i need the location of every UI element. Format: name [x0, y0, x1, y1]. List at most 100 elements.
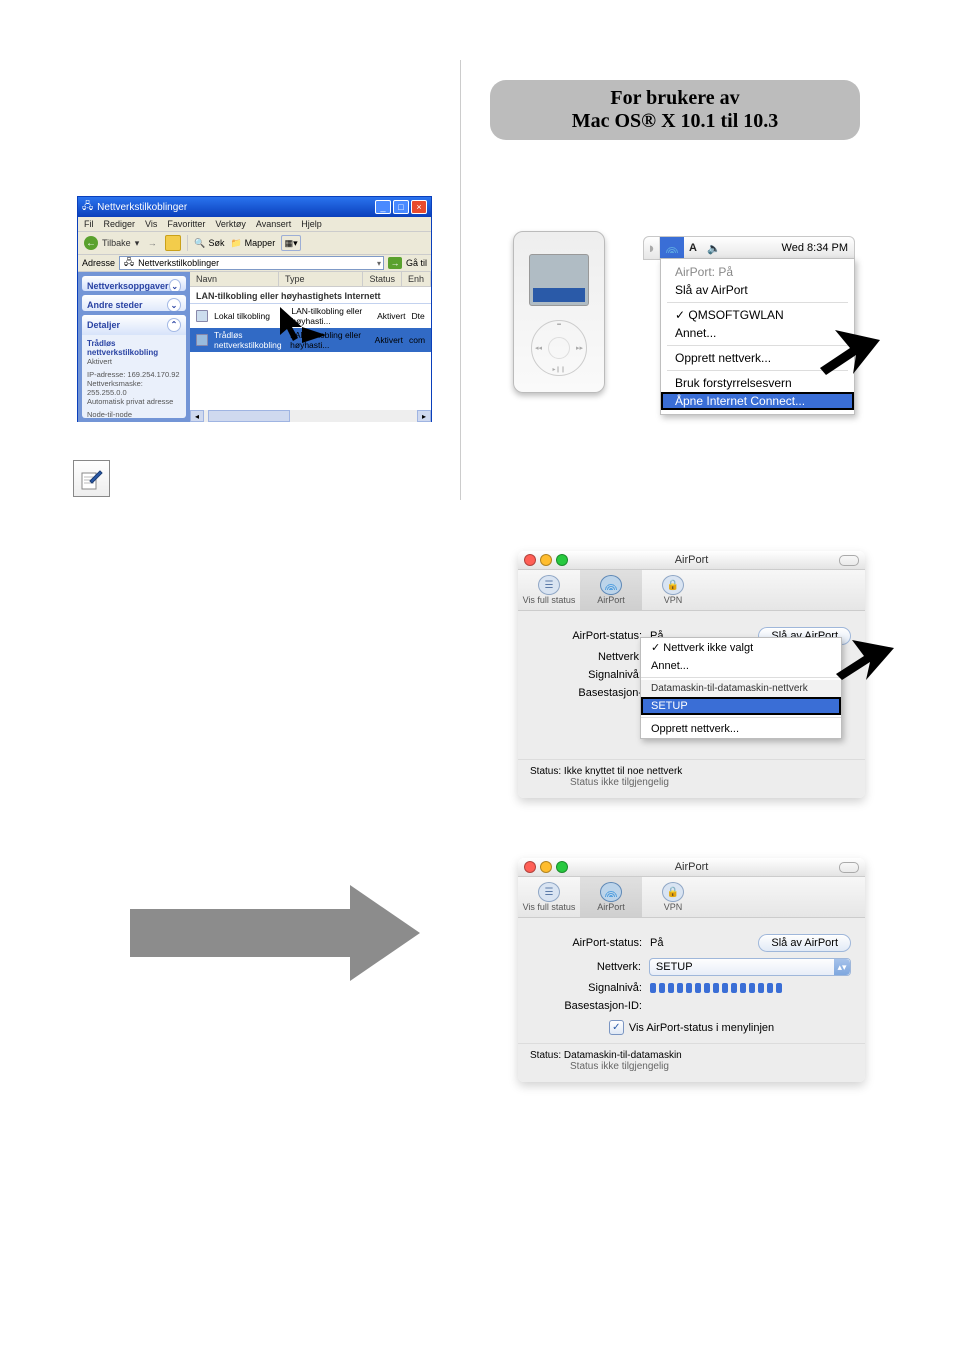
tab-airport[interactable]: AirPort	[580, 877, 642, 917]
menu-interference[interactable]: Bruk forstyrrelsesvern	[661, 374, 854, 392]
menu-network-item[interactable]: QMSOFTGWLAN	[661, 306, 854, 324]
col-device[interactable]: Enh	[402, 272, 431, 286]
scroll-right-arrow[interactable]: ▸	[417, 410, 431, 422]
address-field[interactable]: 🖧 Nettverkstilkoblinger	[119, 256, 384, 270]
dd-separator	[641, 677, 841, 678]
toolbar-toggle-button[interactable]	[839, 555, 859, 566]
minimize-button[interactable]	[540, 554, 552, 566]
minimize-button[interactable]: _	[375, 200, 391, 214]
checkbox[interactable]: ✓	[609, 1020, 624, 1035]
network-select[interactable]: SETUP ▴▾	[649, 958, 851, 976]
network-dropdown: Nettverk ikke valgt Annet... Datamaskin-…	[640, 637, 842, 739]
zoom-button[interactable]	[556, 861, 568, 873]
zoom-button[interactable]	[556, 554, 568, 566]
chevron-up-icon[interactable]: ⌃	[167, 318, 181, 332]
note-icon	[73, 460, 110, 497]
tab-vpn[interactable]: 🔒 VPN	[642, 877, 704, 917]
menu-file[interactable]: Fil	[84, 219, 94, 229]
forward-button[interactable]: →	[145, 236, 159, 250]
status-sub: Status ikke tilgjengelig	[530, 1061, 853, 1072]
go-button[interactable]: →	[388, 257, 402, 269]
menubar-notch-icon: ◗	[644, 237, 660, 259]
header-pill: For brukere av Mac OS® X 10.1 til 10.3	[490, 80, 860, 140]
tab-vpn[interactable]: 🔒 VPN	[642, 570, 704, 610]
col-type[interactable]: Type	[279, 272, 363, 286]
row-dev: Dte	[411, 311, 425, 321]
menu-turn-off-airport[interactable]: Slå av AirPort	[661, 281, 854, 299]
dd-create[interactable]: Opprett nettverk...	[641, 720, 841, 738]
menu-open-internet-connect[interactable]: Åpne Internet Connect...	[661, 392, 854, 410]
turn-off-button[interactable]: Slå av AirPort	[758, 934, 851, 952]
volume-icon[interactable]: 🔈	[702, 237, 726, 259]
chevron-icon[interactable]: ⌄	[167, 298, 181, 310]
wireless-icon	[196, 334, 208, 346]
chevron-icon[interactable]: ⌄	[169, 279, 181, 291]
tab-summary[interactable]: ☰ Vis full status	[518, 877, 580, 917]
vpn-icon: 🔒	[662, 575, 684, 595]
label-status: AirPort-status:	[532, 937, 650, 949]
xp-addressbar: Adresse 🖧 Nettverkstilkoblinger → Gå til	[78, 255, 431, 272]
status-text: Datamaskin-til-datamaskin	[564, 1050, 682, 1061]
minimize-button[interactable]	[540, 861, 552, 873]
xp-menubar[interactable]: Fil Rediger Vis Favoritter Verktøy Avans…	[78, 217, 431, 232]
close-button[interactable]	[524, 861, 536, 873]
ipod-clickwheel[interactable]: ⁃ ◂◂ ▸▸ ▸❙❙	[531, 320, 587, 376]
menu-extra-icon[interactable]: A	[684, 237, 702, 259]
details-mask: Nettverksmaske: 255.255.0.0	[87, 379, 181, 397]
select-caret-icon: ▴▾	[834, 959, 850, 975]
up-folder-button[interactable]	[165, 235, 181, 251]
menu-edit[interactable]: Rediger	[104, 219, 136, 229]
menu-tools[interactable]: Verktøy	[215, 219, 246, 229]
close-button[interactable]: ×	[411, 200, 427, 214]
dd-none-selected[interactable]: Nettverk ikke valgt	[641, 638, 841, 657]
tab-vpn-label: VPN	[664, 902, 683, 912]
sidebar-tasks[interactable]: Nettverksoppgaver⌄	[82, 276, 186, 291]
label-network: Nettverk:	[532, 961, 649, 973]
row-name: Trådløs nettverkstilkobling	[214, 330, 284, 350]
menu-advanced[interactable]: Avansert	[256, 219, 291, 229]
tab-airport[interactable]: AirPort	[580, 570, 642, 610]
airport-titlebar[interactable]: AirPort	[518, 551, 865, 570]
dd-other[interactable]: Annet...	[641, 657, 841, 675]
show-in-menubar-option[interactable]: ✓ Vis AirPort-status i menylinjen	[532, 1020, 851, 1035]
details-state: Aktivert	[87, 357, 181, 366]
close-button[interactable]	[524, 554, 536, 566]
xp-titlebar[interactable]: 🖧 Nettverkstilkoblinger _ □ ×	[78, 197, 431, 217]
folders-button[interactable]: 📁 Mapper	[230, 238, 275, 249]
status-value: På	[650, 937, 663, 949]
maximize-button[interactable]: □	[393, 200, 409, 214]
menu-view[interactable]: Vis	[145, 219, 157, 229]
col-name[interactable]: Navn	[190, 272, 279, 286]
views-button[interactable]: ▦▾	[281, 235, 301, 251]
vpn-icon: 🔒	[662, 882, 684, 902]
horizontal-scrollbar[interactable]: ◂ ▸	[190, 410, 431, 422]
search-button[interactable]: 🔍 Søk	[194, 238, 224, 249]
window-title: AirPort	[675, 554, 709, 566]
dd-separator	[641, 717, 841, 718]
group-header: LAN-tilkobling eller høyhastighets Inter…	[190, 287, 431, 304]
ipod-screen	[529, 254, 589, 306]
row-name: Lokal tilkobling	[214, 311, 285, 321]
scroll-thumb[interactable]	[208, 410, 290, 422]
column-headers[interactable]: Navn Type Status Enh	[190, 272, 431, 287]
window-title: AirPort	[675, 861, 709, 873]
status-label: Status:	[530, 1050, 561, 1061]
search-icon: 🔍	[194, 238, 205, 249]
scroll-left-arrow[interactable]: ◂	[190, 410, 204, 422]
airport-status-area: Status: Datamaskin-til-datamaskin Status…	[518, 1043, 865, 1082]
menu-favorites[interactable]: Favoritter	[167, 219, 205, 229]
dd-setup[interactable]: SETUP	[641, 697, 841, 715]
clock[interactable]: Wed 8:34 PM	[782, 242, 854, 254]
menu-help[interactable]: Hjelp	[301, 219, 322, 229]
back-label: Tilbake	[102, 238, 131, 248]
toolbar-toggle-button[interactable]	[839, 862, 859, 873]
airport-menuextra[interactable]	[660, 237, 684, 259]
tab-summary[interactable]: ☰ Vis full status	[518, 570, 580, 610]
back-dropdown-icon[interactable]: ▾	[135, 238, 140, 249]
select-button[interactable]	[548, 337, 570, 359]
window-icon: 🖧	[82, 199, 93, 216]
sidebar-other[interactable]: Andre steder⌄	[82, 295, 186, 310]
back-button[interactable]: ← Tilbake ▾	[84, 236, 139, 250]
airport-titlebar[interactable]: AirPort	[518, 858, 865, 877]
col-status[interactable]: Status	[363, 272, 402, 286]
